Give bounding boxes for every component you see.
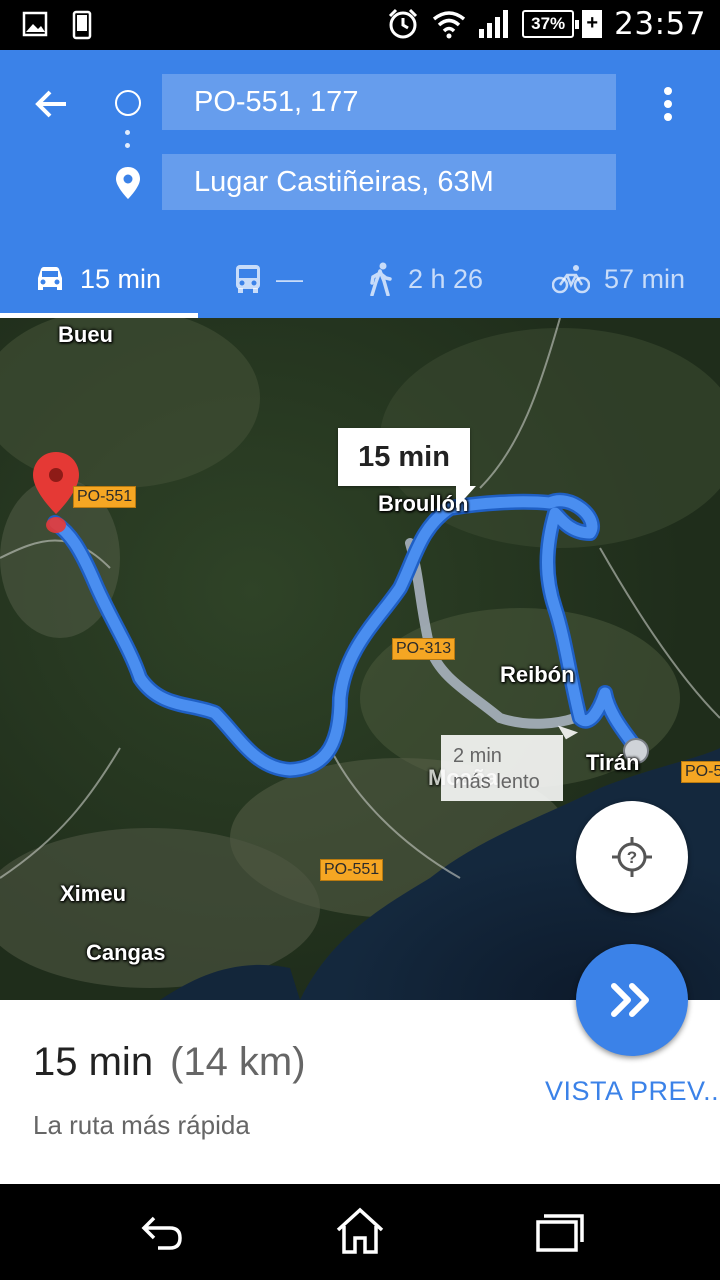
route-connector	[125, 130, 131, 154]
place-label: Reibón	[500, 662, 575, 687]
start-navigation-button[interactable]	[576, 944, 688, 1056]
route-distance: (14 km)	[170, 1040, 306, 1084]
bus-icon	[236, 265, 260, 293]
home-nav-icon[interactable]	[332, 1206, 388, 1256]
battery-icon: 37%	[522, 10, 580, 38]
my-location-button[interactable]: ?	[576, 801, 688, 913]
destination-pin-icon	[116, 167, 140, 199]
origin-input[interactable]: PO-551, 177	[162, 74, 616, 130]
place-label: Tirán	[586, 750, 640, 775]
tab-car-label: 15 min	[80, 263, 162, 294]
route-description: La ruta más rápida	[33, 1110, 250, 1140]
phone-icon	[72, 10, 92, 40]
alarm-icon	[389, 8, 418, 39]
travel-mode-tabs: 15 min — 2 h 26 57 min	[0, 240, 720, 318]
tab-bike[interactable]: 57 min	[552, 240, 685, 318]
more-vert-icon[interactable]	[654, 82, 682, 126]
map-view[interactable]: Bueu Broullón Reibón Tirán Ximeu Cangas …	[0, 318, 720, 1000]
directions-header: PO-551, 177 Lugar Castiñeiras, 63M 15 mi…	[0, 50, 720, 318]
walk-icon	[370, 262, 392, 296]
charging-icon: +	[582, 10, 603, 38]
preview-button[interactable]: VISTA PREV...	[545, 1076, 720, 1107]
tab-bike-label: 57 min	[604, 263, 686, 294]
location-unknown-icon: ?	[612, 837, 652, 877]
tab-car[interactable]: 15 min	[34, 240, 161, 318]
place-label: Ximeu	[60, 881, 127, 906]
road-badge: PO-551	[73, 486, 137, 508]
road-badge: PO-5	[681, 761, 720, 783]
back-arrow-icon[interactable]	[30, 82, 74, 126]
road-badge: PO-313	[392, 638, 456, 660]
tab-walk-label: 2 h 26	[408, 263, 484, 294]
tab-transit[interactable]: —	[234, 240, 303, 318]
alt-route-callout[interactable]: 2 min más lento	[441, 735, 563, 801]
car-icon	[38, 267, 62, 290]
place-label: Bueu	[58, 322, 113, 347]
route-time-callout[interactable]: 15 min	[338, 428, 476, 508]
destination-input[interactable]: Lugar Castiñeiras, 63M	[162, 154, 616, 210]
alt-route-note: más lento	[453, 771, 540, 793]
svg-text:?: ?	[627, 848, 637, 867]
alt-route-time: 2 min	[453, 745, 502, 767]
place-label: Cangas	[86, 940, 166, 965]
status-bar: 37% + 23:57	[0, 0, 720, 50]
origin-circle-icon	[115, 90, 141, 116]
battery-level: 37%	[531, 14, 566, 33]
clock: 23:57	[614, 6, 706, 42]
tab-transit-label: —	[276, 263, 303, 294]
image-icon	[22, 11, 48, 37]
system-nav-bar	[0, 1184, 720, 1280]
bike-icon	[552, 265, 590, 294]
tab-walk[interactable]: 2 h 26	[368, 240, 483, 318]
double-chevron-right-icon	[611, 983, 649, 1017]
road-badge: PO-551	[320, 859, 384, 881]
place-label: Broullón	[378, 491, 469, 516]
recents-nav-icon[interactable]	[532, 1206, 588, 1256]
back-nav-icon[interactable]	[134, 1206, 190, 1256]
route-duration: 15 min	[33, 1040, 154, 1084]
signal-icon	[479, 10, 509, 38]
wifi-icon	[433, 11, 466, 39]
